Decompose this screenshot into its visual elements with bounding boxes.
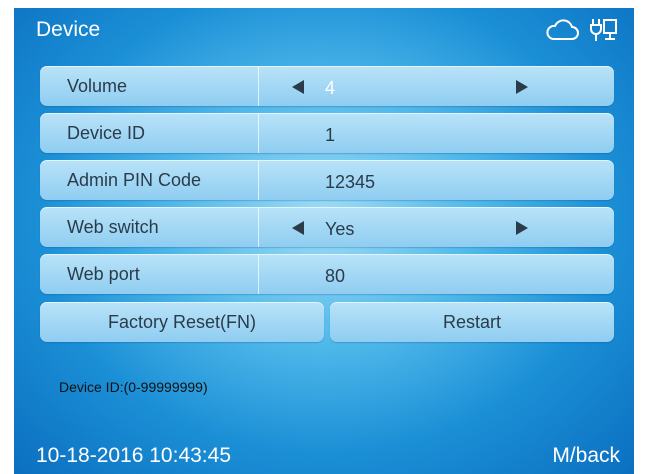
device-id-value: 1 — [325, 125, 336, 145]
row-divider — [258, 207, 259, 247]
setting-label: Device ID — [67, 123, 146, 143]
network-icon — [590, 19, 617, 41]
arrow-right-icon[interactable] — [516, 221, 528, 235]
setting-row-web-switch[interactable]: Web switch Yes — [40, 207, 614, 247]
web-port-value: 80 — [325, 266, 346, 286]
setting-row-web-port[interactable]: Web port 80 — [40, 254, 614, 294]
arrow-left-icon[interactable] — [292, 80, 304, 94]
setting-label: Volume — [67, 76, 128, 96]
row-divider — [258, 160, 259, 200]
admin-pin-value: 12345 — [325, 172, 376, 192]
datetime-display: 10-18-2016 10:43:45 — [36, 444, 231, 467]
web-switch-value: Yes — [325, 219, 355, 239]
setting-label: Admin PIN Code — [67, 170, 202, 190]
arrow-left-icon[interactable] — [292, 221, 304, 235]
volume-value: 4 — [325, 78, 336, 98]
row-divider — [258, 254, 259, 294]
device-settings-screen: Device Volume 4 Device ID 1 Admin PIN Co… — [14, 8, 634, 474]
setting-label: Web switch — [67, 217, 159, 237]
setting-row-volume[interactable]: Volume 4 — [40, 66, 614, 106]
factory-reset-button[interactable]: Factory Reset(FN) — [40, 302, 324, 342]
page-title: Device — [36, 18, 101, 41]
setting-row-device-id[interactable]: Device ID 1 — [40, 113, 614, 153]
restart-button[interactable]: Restart — [330, 302, 614, 342]
row-divider — [258, 113, 259, 153]
cloud-icon — [546, 19, 579, 40]
row-divider — [258, 66, 259, 106]
device-id-range-hint: Device ID:(0-99999999) — [59, 379, 208, 395]
back-button[interactable]: M/back — [552, 444, 620, 468]
setting-label: Web port — [67, 264, 140, 284]
setting-row-admin-pin[interactable]: Admin PIN Code 12345 — [40, 160, 614, 200]
arrow-right-icon[interactable] — [516, 80, 528, 94]
